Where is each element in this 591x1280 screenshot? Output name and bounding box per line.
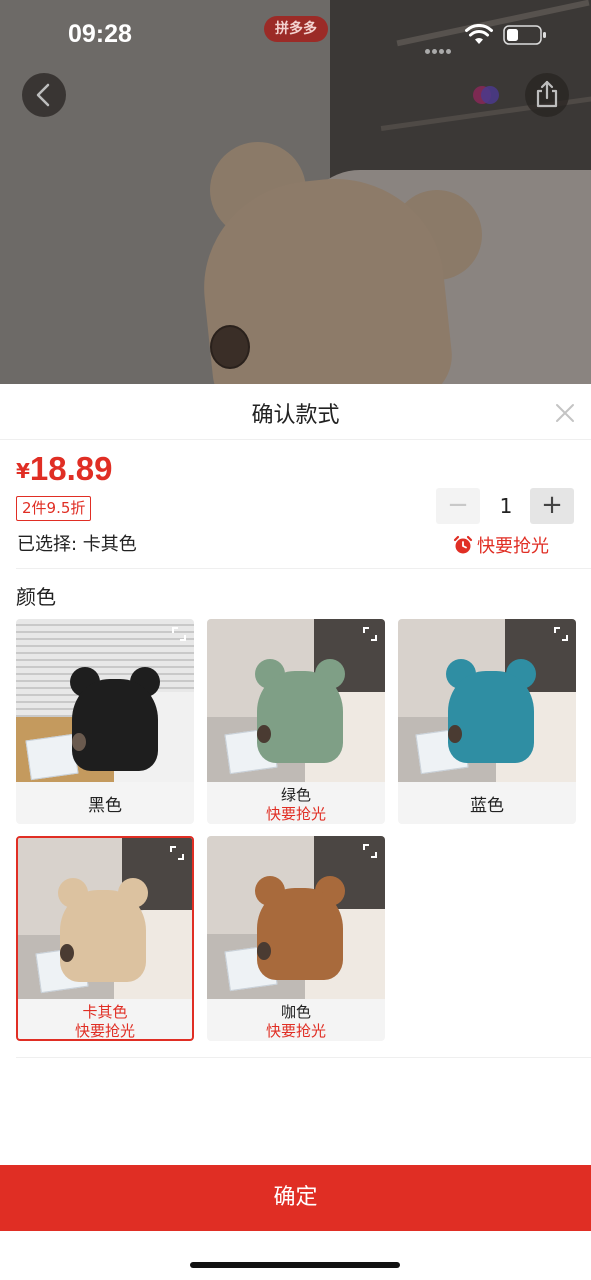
favorite-icon bbox=[473, 86, 499, 104]
sku-selection-sheet: 确认款式 ¥18.89 2件9.5折 已选择: 卡其色 − 1 + 快要抢光 颜… bbox=[0, 384, 591, 1280]
color-option-black[interactable]: 黑色 bbox=[16, 619, 194, 824]
price-value: 18.89 bbox=[29, 450, 113, 487]
discount-badge: 2件9.5折 bbox=[16, 496, 92, 521]
share-button[interactable] bbox=[525, 73, 569, 117]
color-option-name: 蓝色 bbox=[470, 796, 504, 816]
expand-icon[interactable] bbox=[361, 625, 379, 643]
close-icon[interactable] bbox=[553, 401, 577, 425]
sheet-header: 确认款式 bbox=[0, 384, 591, 440]
color-option-name: 绿色 bbox=[280, 786, 311, 804]
back-button[interactable] bbox=[22, 73, 66, 117]
battery-icon bbox=[503, 25, 546, 45]
expand-icon[interactable] bbox=[361, 842, 379, 860]
alarm-clock-icon bbox=[453, 535, 473, 554]
home-indicator[interactable] bbox=[190, 1262, 400, 1268]
color-option-green[interactable]: 绿色 快要抢光 bbox=[207, 619, 385, 824]
status-bar: 09:28 拼多多 bbox=[0, 0, 591, 70]
color-option-thumbnail bbox=[207, 619, 385, 782]
selected-variant-label: 已选择: 卡其色 bbox=[17, 534, 137, 555]
expand-icon[interactable] bbox=[552, 625, 570, 643]
status-time: 09:28 bbox=[68, 20, 132, 48]
color-option-name: 咖色 bbox=[280, 1003, 311, 1021]
back-icon bbox=[36, 83, 50, 107]
expand-icon[interactable] bbox=[168, 844, 186, 862]
color-option-blue[interactable]: 蓝色 bbox=[398, 619, 576, 824]
quantity-stepper: − 1 + bbox=[436, 488, 576, 524]
quantity-decrease-button[interactable]: − bbox=[436, 488, 480, 524]
favorite-button[interactable] bbox=[466, 75, 506, 115]
color-section-label: 颜色 bbox=[16, 585, 56, 609]
color-option-brown[interactable]: 咖色 快要抢光 bbox=[207, 836, 385, 1041]
share-icon bbox=[536, 80, 558, 108]
price-currency: ¥ bbox=[16, 459, 30, 483]
expand-icon[interactable] bbox=[170, 625, 188, 643]
app-badge: 拼多多 bbox=[264, 16, 328, 42]
color-option-stock-note: 快要抢光 bbox=[265, 805, 326, 823]
color-option-name: 黑色 bbox=[88, 796, 122, 816]
wifi-icon bbox=[465, 24, 493, 44]
color-option-name: 卡其色 bbox=[82, 1003, 128, 1021]
backdrop-bag-tag bbox=[210, 325, 250, 369]
sheet-title: 确认款式 bbox=[251, 403, 340, 428]
signal-icon bbox=[425, 39, 457, 54]
color-option-thumbnail bbox=[16, 619, 194, 782]
stock-warning: 快要抢光 bbox=[453, 532, 549, 558]
divider bbox=[16, 568, 591, 569]
confirm-button[interactable]: 确定 bbox=[0, 1165, 591, 1231]
quantity-increase-button[interactable]: + bbox=[530, 488, 574, 524]
color-option-thumbnail bbox=[207, 836, 385, 999]
quantity-value[interactable]: 1 bbox=[486, 488, 526, 524]
stock-warning-text: 快要抢光 bbox=[477, 536, 549, 557]
color-option-stock-note: 快要抢光 bbox=[74, 1022, 135, 1040]
color-option-stock-note: 快要抢光 bbox=[265, 1022, 326, 1040]
divider bbox=[16, 1057, 591, 1058]
price: ¥18.89 bbox=[16, 450, 113, 488]
color-option-thumbnail bbox=[18, 838, 192, 999]
color-option-khaki[interactable]: 卡其色 快要抢光 bbox=[16, 836, 194, 1041]
color-option-thumbnail bbox=[398, 619, 576, 782]
